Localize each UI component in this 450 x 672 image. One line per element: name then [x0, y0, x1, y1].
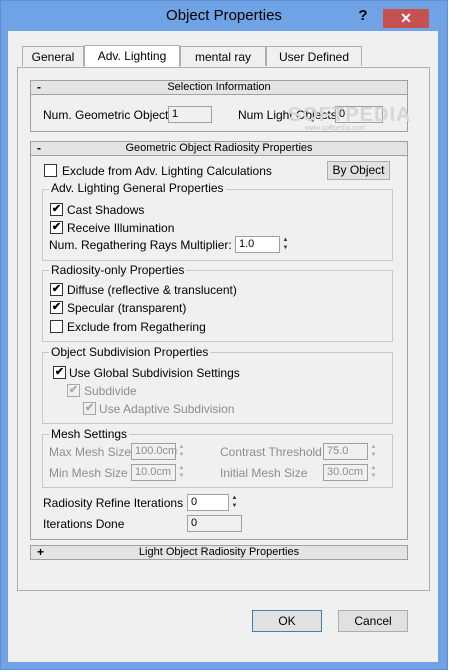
subdivide-checkbox[interactable]: ✔ — [67, 384, 80, 397]
spin-up-icon[interactable]: ▲ — [368, 464, 379, 472]
spin-up-icon[interactable]: ▲ — [176, 443, 187, 451]
num-geometric-objects-label: Num. Geometric Objects: — [43, 108, 178, 122]
tab-user-defined[interactable]: User Defined — [266, 46, 362, 66]
iterations-done-label: Iterations Done — [43, 517, 125, 531]
cast-shadows-label: Cast Shadows — [67, 203, 145, 217]
rollout-selection-information[interactable]: - Selection Information — [30, 80, 408, 95]
adaptive-subdivision-label: Use Adaptive Subdivision — [99, 402, 235, 416]
use-global-subdivision-checkbox[interactable]: ✔ — [53, 366, 66, 379]
min-mesh-size-spinner[interactable]: ▲ ▼ — [176, 464, 187, 481]
softpedia-watermark: SOFTPEDIA — [288, 104, 412, 126]
contrast-threshold-label: Contrast Threshold — [220, 445, 322, 459]
cancel-button[interactable]: Cancel — [338, 610, 408, 632]
exclude-adv-lighting-label: Exclude from Adv. Lighting Calculations — [62, 164, 272, 178]
group-title-subdivision: Object Subdivision Properties — [49, 345, 211, 359]
tab-adv-lighting[interactable]: Adv. Lighting — [84, 45, 180, 68]
by-object-button[interactable]: By Object — [327, 161, 390, 180]
group-title-mesh: Mesh Settings — [49, 427, 130, 441]
close-button[interactable]: ✕ — [383, 9, 429, 28]
spin-up-icon[interactable]: ▲ — [229, 494, 240, 502]
refine-iterations-spinner[interactable]: ▲ ▼ — [229, 494, 240, 511]
tab-general[interactable]: General — [22, 46, 84, 66]
spin-up-icon[interactable]: ▲ — [176, 464, 187, 472]
spin-up-icon[interactable]: ▲ — [280, 236, 291, 244]
collapse-icon: - — [37, 80, 41, 94]
group-title-general: Adv. Lighting General Properties — [49, 181, 226, 195]
regathering-multiplier-spinner[interactable]: ▲ ▼ — [280, 236, 291, 253]
contrast-threshold-spinner[interactable]: ▲ ▼ — [368, 443, 379, 460]
use-global-subdivision-label: Use Global Subdivision Settings — [69, 366, 240, 380]
exclude-regathering-label: Exclude from Regathering — [67, 320, 206, 334]
dialog-title: Object Properties — [166, 7, 282, 24]
rollout-title: Light Object Radiosity Properties — [138, 546, 300, 558]
spin-up-icon[interactable]: ▲ — [368, 443, 379, 451]
exclude-adv-lighting-checkbox[interactable] — [44, 164, 57, 177]
rollout-light-radiosity[interactable]: + Light Object Radiosity Properties — [30, 545, 408, 560]
specular-label: Specular (transparent) — [67, 301, 187, 315]
rollout-geometric-radiosity[interactable]: - Geometric Object Radiosity Properties — [30, 141, 408, 156]
collapse-icon: - — [37, 141, 41, 155]
specular-checkbox[interactable]: ✔ — [50, 301, 63, 314]
expand-icon: + — [37, 545, 45, 559]
min-mesh-size-label: Min Mesh Size — [49, 466, 128, 480]
initial-mesh-size-spinner[interactable]: ▲ ▼ — [368, 464, 379, 481]
ok-button[interactable]: OK — [252, 610, 322, 632]
initial-mesh-size-label: Initial Mesh Size — [220, 466, 308, 480]
contrast-threshold-field[interactable]: 75.0 — [323, 443, 368, 460]
softpedia-watermark-url: www.softpedia.com — [305, 125, 366, 132]
spin-down-icon[interactable]: ▼ — [176, 472, 187, 480]
max-mesh-size-spinner[interactable]: ▲ ▼ — [176, 443, 187, 460]
receive-illumination-checkbox[interactable]: ✔ — [50, 221, 63, 234]
spin-down-icon[interactable]: ▼ — [280, 244, 291, 252]
iterations-done-field: 0 — [187, 515, 242, 532]
exclude-regathering-checkbox[interactable] — [50, 320, 63, 333]
adaptive-subdivision-checkbox[interactable]: ✔ — [83, 402, 96, 415]
rollout-title: Selection Information — [167, 81, 271, 93]
num-geometric-objects-field: 1 — [168, 106, 212, 123]
diffuse-checkbox[interactable]: ✔ — [50, 283, 63, 296]
tab-mental-ray[interactable]: mental ray — [180, 46, 266, 66]
diffuse-label: Diffuse (reflective & translucent) — [67, 283, 237, 297]
initial-mesh-size-field[interactable]: 30.0cm — [323, 464, 368, 481]
regathering-multiplier-field[interactable]: 1.0 — [235, 236, 280, 253]
spin-down-icon[interactable]: ▼ — [368, 472, 379, 480]
subdivide-label: Subdivide — [84, 384, 137, 398]
title-bar[interactable]: Object Properties ? ✕ — [1, 1, 447, 31]
spin-down-icon[interactable]: ▼ — [229, 502, 240, 510]
spin-down-icon[interactable]: ▼ — [368, 451, 379, 459]
spin-down-icon[interactable]: ▼ — [176, 451, 187, 459]
max-mesh-size-label: Max Mesh Size — [49, 445, 132, 459]
max-mesh-size-field[interactable]: 100.0cm — [131, 443, 177, 460]
regathering-multiplier-label: Num. Regathering Rays Multiplier: — [49, 238, 232, 252]
receive-illumination-label: Receive Illumination — [67, 221, 175, 235]
refine-iterations-label: Radiosity Refine Iterations : — [43, 496, 190, 510]
min-mesh-size-field[interactable]: 10.0cm — [131, 464, 176, 481]
refine-iterations-field[interactable]: 0 — [187, 494, 229, 511]
rollout-title: Geometric Object Radiosity Properties — [125, 142, 313, 154]
cast-shadows-checkbox[interactable]: ✔ — [50, 203, 63, 216]
help-button[interactable]: ? — [353, 7, 373, 25]
group-title-radiosity-only: Radiosity-only Properties — [49, 263, 187, 277]
